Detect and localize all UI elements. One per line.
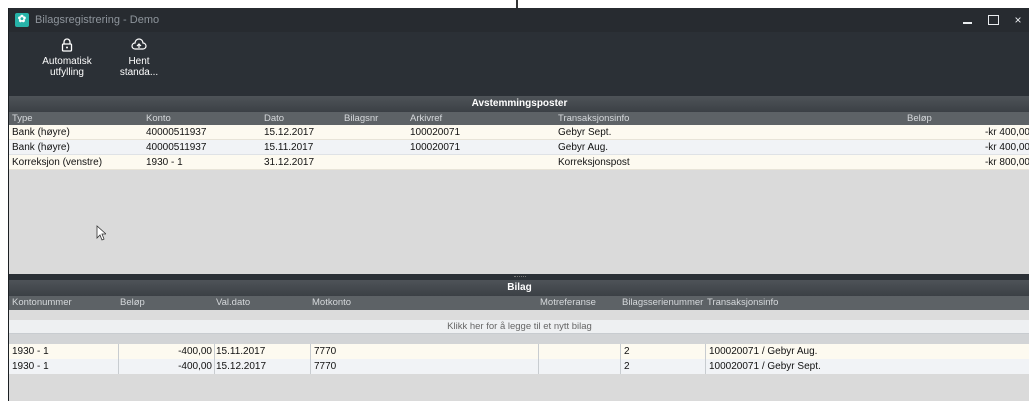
voucher-empty-area xyxy=(9,374,1029,401)
cell-motkonto[interactable]: 7770 xyxy=(311,344,539,359)
ribbon-toolbar: Automatisk utfylling Hent standa... xyxy=(9,32,1029,96)
cell-valdato[interactable]: 15.11.2017 xyxy=(215,344,311,359)
cloud-upload-icon xyxy=(131,38,147,50)
cell-konto: 40000511937 xyxy=(146,127,207,138)
col-belop[interactable]: Beløp xyxy=(120,297,145,308)
cell-transaksjonsinfo[interactable]: 100020071 / Gebyr Sept. xyxy=(706,359,1029,374)
title-bar: ✿ Bilagsregistrering - Demo × xyxy=(9,8,1029,32)
cell-info: Gebyr Aug. xyxy=(558,142,609,153)
cell-konto: 40000511937 xyxy=(146,142,207,153)
cell-dato: 15.11.2017 xyxy=(264,142,314,153)
reconciliation-panel: Avstemmingsposter Type Konto Dato Bilags… xyxy=(9,96,1029,274)
col-kontonummer[interactable]: Kontonummer xyxy=(12,297,72,308)
maximize-button[interactable] xyxy=(984,12,1002,28)
col-bilagsserienummer[interactable]: Bilagsserienummer xyxy=(622,297,703,308)
col-valdato[interactable]: Val.dato xyxy=(216,297,250,308)
strip-divider xyxy=(516,0,518,8)
cell-kontonummer[interactable]: 1930 - 1 xyxy=(9,359,119,374)
col-motkonto[interactable]: Motkonto xyxy=(312,297,351,308)
cell-kontonummer[interactable]: 1930 - 1 xyxy=(9,344,119,359)
cell-type: Bank (høyre) xyxy=(12,127,70,138)
cell-belop: -kr 400,00 xyxy=(984,142,1029,153)
cell-type: Korreksjon (venstre) xyxy=(12,157,103,168)
voucher-column-headers: Kontonummer Beløp Val.dato Motkonto Motr… xyxy=(9,296,1029,310)
window-title: Bilagsregistrering - Demo xyxy=(35,14,160,26)
fetch-standard-button[interactable]: Hent standa... xyxy=(109,38,169,90)
voucher-header: Bilag xyxy=(9,280,1029,296)
automatic-fill-button[interactable]: Automatisk utfylling xyxy=(24,38,110,90)
col-type[interactable]: Type xyxy=(12,113,33,124)
table-row[interactable]: 1930 - 1 -400,00 15.11.2017 7770 2 10002… xyxy=(9,344,1029,359)
cell-belop[interactable]: -400,00 xyxy=(119,344,215,359)
cell-bilagsserienummer[interactable]: 2 xyxy=(621,359,706,374)
minimize-button[interactable] xyxy=(959,12,977,28)
col-transaksjonsinfo[interactable]: Transaksjonsinfo xyxy=(558,113,629,124)
cell-belop: -kr 400,00 xyxy=(984,127,1029,138)
cell-dato: 31.12.2017 xyxy=(264,157,315,168)
cell-motreferanse[interactable] xyxy=(539,359,621,374)
reconciliation-empty-area xyxy=(9,170,1029,274)
app-logo-icon: ✿ xyxy=(15,13,29,27)
table-row[interactable]: Bank (høyre) 40000511937 15.12.2017 1000… xyxy=(9,125,1029,140)
cell-motreferanse[interactable] xyxy=(539,344,621,359)
automatic-fill-label-2: utfylling xyxy=(50,67,84,78)
reconciliation-header: Avstemmingsposter xyxy=(9,96,1029,112)
cell-type: Bank (høyre) xyxy=(12,142,70,153)
splitter-grip[interactable] xyxy=(514,276,526,278)
cell-belop: -kr 800,00 xyxy=(984,157,1029,168)
fetch-standard-label-2: standa... xyxy=(119,67,159,78)
automatic-fill-label-1: Automatisk xyxy=(42,56,92,67)
voucher-panel: Bilag Kontonummer Beløp Val.dato Motkont… xyxy=(9,280,1029,401)
col-motreferanse[interactable]: Motreferanse xyxy=(540,297,596,308)
cell-transaksjonsinfo[interactable]: 100020071 / Gebyr Aug. xyxy=(706,344,1029,359)
table-row[interactable]: Korreksjon (venstre) 1930 - 1 31.12.2017… xyxy=(9,155,1029,170)
cell-valdato[interactable]: 15.12.2017 xyxy=(215,359,311,374)
table-row[interactable]: 1930 - 1 -400,00 15.12.2017 7770 2 10002… xyxy=(9,359,1029,374)
mouse-cursor-icon xyxy=(96,225,106,241)
cell-info: Korreksjonspost xyxy=(558,157,630,168)
col-konto[interactable]: Konto xyxy=(146,113,171,124)
cell-arkivref: 100020071 xyxy=(410,142,461,153)
lock-icon xyxy=(61,38,73,52)
cell-info: Gebyr Sept. xyxy=(558,127,612,138)
cell-belop[interactable]: -400,00 xyxy=(119,359,215,374)
col-bilagsnr[interactable]: Bilagsnr xyxy=(344,113,378,124)
cell-motkonto[interactable]: 7770 xyxy=(311,359,539,374)
add-voucher-row[interactable]: Klikk her for å legge til et nytt bilag xyxy=(9,320,1029,334)
cell-bilagsserienummer[interactable]: 2 xyxy=(621,344,706,359)
cell-dato: 15.12.2017 xyxy=(264,127,315,138)
col-dato[interactable]: Dato xyxy=(264,113,284,124)
reconciliation-column-headers: Type Konto Dato Bilagsnr Arkivref Transa… xyxy=(9,112,1029,125)
fetch-standard-label-1: Hent xyxy=(128,56,150,67)
app-window: ✿ Bilagsregistrering - Demo × Automatisk… xyxy=(8,8,1029,401)
col-belop[interactable]: Beløp xyxy=(907,113,932,124)
col-arkivref[interactable]: Arkivref xyxy=(410,113,442,124)
row-separator xyxy=(9,334,1029,344)
table-row[interactable]: Bank (høyre) 40000511937 15.11.2017 1000… xyxy=(9,140,1029,155)
close-button[interactable]: × xyxy=(1009,12,1027,28)
col-transaksjonsinfo[interactable]: Transaksjonsinfo xyxy=(707,297,778,308)
desktop-top-strip xyxy=(0,0,1029,8)
cell-konto: 1930 - 1 xyxy=(146,157,183,168)
cell-arkivref: 100020071 xyxy=(410,127,461,138)
